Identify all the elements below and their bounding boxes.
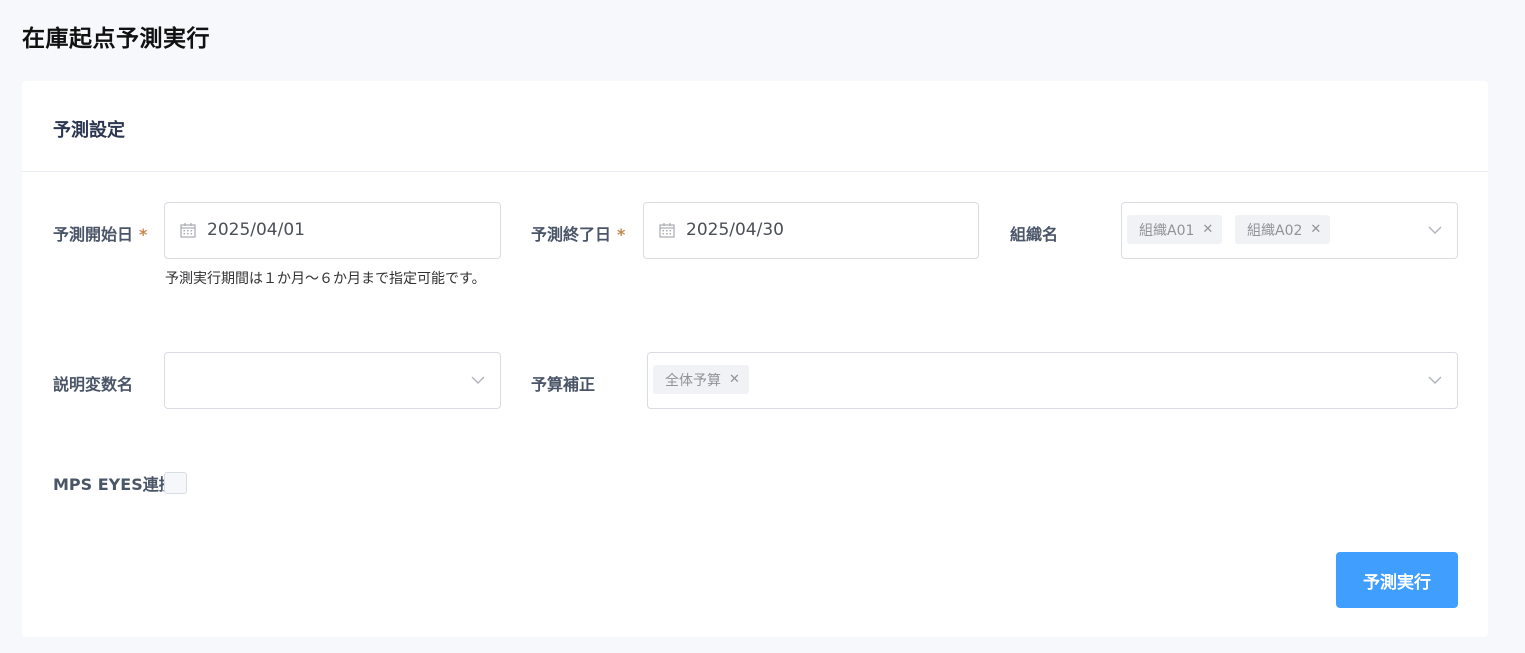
- budget-select[interactable]: 全体予算 ✕: [647, 352, 1458, 409]
- tag-label: 全体予算: [665, 372, 721, 389]
- close-icon[interactable]: ✕: [1202, 222, 1213, 237]
- tag-label: 組織A02: [1247, 222, 1303, 239]
- end-date-value: 2025/04/30: [686, 220, 784, 240]
- budget-tag: 全体予算 ✕: [653, 365, 749, 394]
- card-title: 予測設定: [53, 120, 125, 141]
- organization-select[interactable]: 組織A01 ✕ 組織A02 ✕: [1121, 202, 1458, 259]
- variable-select[interactable]: [164, 352, 501, 409]
- start-date-label-text: 予測開始日: [53, 225, 134, 244]
- page-title: 在庫起点予測実行: [22, 26, 210, 52]
- variable-label: 説明変数名: [53, 375, 134, 394]
- chevron-down-icon: [471, 376, 485, 384]
- organization-label: 組織名: [1010, 225, 1059, 244]
- forecast-settings-card: 予測設定 予測開始日 * 2025/04/01 予測実行期間は１か月〜６か月まで指…: [22, 81, 1488, 637]
- close-icon[interactable]: ✕: [729, 372, 740, 387]
- calendar-icon: [659, 223, 675, 238]
- organization-tag: 組織A02 ✕: [1235, 215, 1331, 244]
- close-icon[interactable]: ✕: [1310, 222, 1321, 237]
- required-mark: *: [617, 225, 626, 244]
- start-date-value: 2025/04/01: [207, 220, 305, 240]
- start-date-picker[interactable]: 2025/04/01: [164, 202, 501, 259]
- calendar-icon: [180, 223, 196, 238]
- mps-eyes-label: MPS EYES連携: [53, 475, 169, 494]
- budget-label: 予算補正: [531, 375, 596, 394]
- end-date-label: 予測終了日 *: [531, 221, 625, 245]
- end-date-picker[interactable]: 2025/04/30: [643, 202, 979, 259]
- tag-label: 組織A01: [1139, 222, 1195, 239]
- start-date-label: 予測開始日 *: [53, 221, 147, 245]
- chevron-down-icon: [1428, 226, 1442, 234]
- card-header: 予測設定: [22, 81, 1488, 172]
- period-hint: 予測実行期間は１か月〜６か月まで指定可能です。: [165, 271, 486, 287]
- mps-eyes-checkbox[interactable]: [164, 472, 187, 494]
- required-mark: *: [139, 225, 148, 244]
- chevron-down-icon: [1428, 376, 1442, 384]
- end-date-label-text: 予測終了日: [531, 225, 612, 244]
- execute-forecast-button[interactable]: 予測実行: [1336, 552, 1458, 608]
- organization-tag: 組織A01 ✕: [1127, 215, 1223, 244]
